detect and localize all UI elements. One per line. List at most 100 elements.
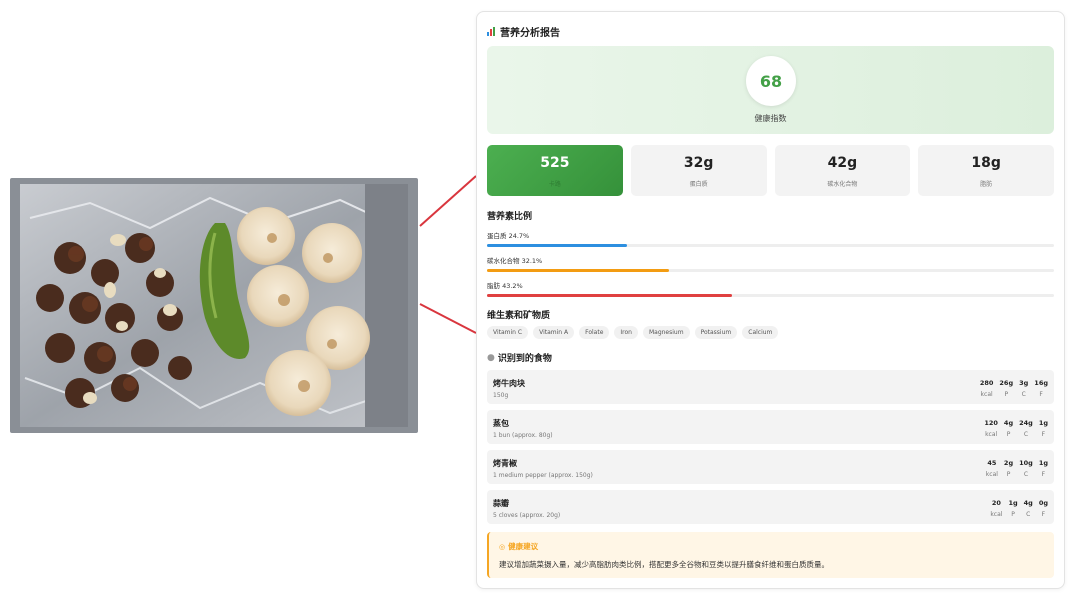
- ratio-track: [487, 269, 1054, 272]
- stat-value: 42g: [827, 155, 858, 171]
- unit-protein: P: [1011, 511, 1015, 518]
- ratio-fat: 脂肪 43.2%: [487, 280, 1054, 297]
- ratio-track: [487, 244, 1054, 247]
- ratio-fill: [487, 244, 628, 247]
- food-macros: 45 kcal 2g P 10g C 1g F: [986, 459, 1048, 478]
- food-macros: 20 kcal 1g P 4g C 0g F: [990, 499, 1048, 518]
- foods-section-header: ● 识别到的食物: [487, 351, 552, 365]
- vitamin-chip: Iron: [614, 326, 638, 339]
- unit-protein: P: [1006, 471, 1011, 478]
- food-fat: 0g: [1038, 499, 1048, 507]
- health-score-card: 68 健康指数: [487, 46, 1054, 134]
- unit-fat: F: [1039, 391, 1043, 398]
- food-fat: 16g: [1034, 379, 1048, 387]
- page-title: 营养分析报告: [500, 28, 560, 39]
- stat-calories[interactable]: 525 卡路: [487, 145, 623, 196]
- food-protein: 2g: [1003, 459, 1014, 467]
- unit-kcal: kcal: [980, 391, 993, 398]
- stat-value: 32g: [683, 155, 714, 171]
- food-carbs: 4g: [1023, 499, 1033, 507]
- advice-header: ◎ 健康建议: [499, 541, 538, 552]
- unit-carbs: C: [1023, 431, 1029, 438]
- health-score-circle: 68: [746, 56, 796, 106]
- vitamin-chip: Vitamin A: [533, 326, 575, 339]
- ratio-label: 蛋白质 24.7%: [487, 232, 530, 240]
- ratio-protein: 蛋白质 24.7%: [487, 230, 1054, 247]
- macro-stats: 525 卡路 32g 蛋白质 42g 碳水化合物 18g 脂肪: [487, 145, 1054, 196]
- bar-chart-icon: [487, 27, 496, 36]
- ratio-label: 碳水化合物 32.1%: [487, 257, 543, 265]
- report-header: 营养分析报告: [487, 24, 560, 39]
- food-kcal: 20: [991, 499, 1001, 507]
- ratio-fill: [487, 294, 732, 297]
- nutrition-report-panel: 营养分析报告 68 健康指数 525 卡路 32g 蛋白质 42g 碳水化合物 …: [476, 11, 1065, 589]
- food-item[interactable]: 烤牛肉块 150g 280 kcal 26g P 3g C 16g F: [487, 370, 1054, 404]
- stat-label: 卡路: [548, 181, 561, 188]
- food-name: 蒜瓣: [493, 499, 509, 508]
- unit-carbs: C: [1026, 511, 1031, 518]
- ratio-track: [487, 294, 1054, 297]
- food-item[interactable]: 烤青椒 1 medium pepper (approx. 150g) 45 kca…: [487, 450, 1054, 484]
- lightbulb-icon: ◎: [499, 542, 506, 551]
- vitamins-section-title: 维生素和矿物质: [487, 311, 551, 321]
- vitamin-chip: Vitamin C: [487, 326, 529, 339]
- stat-label: 碳水化合物: [827, 181, 858, 188]
- food-fat: 1g: [1038, 419, 1048, 427]
- unit-carbs: C: [1023, 471, 1029, 478]
- unit-protein: P: [1004, 391, 1009, 398]
- unit-fat: F: [1041, 511, 1046, 518]
- advice-title: 健康建议: [508, 542, 539, 551]
- unit-kcal: kcal: [985, 471, 998, 478]
- unit-fat: F: [1041, 471, 1046, 478]
- health-score-label: 健康指数: [754, 114, 787, 123]
- food-portion: 150g: [493, 392, 509, 399]
- unit-protein: P: [1006, 431, 1011, 438]
- vitamin-chip: Potassium: [694, 326, 738, 339]
- unit-carbs: C: [1021, 391, 1026, 398]
- food-kcal: 120: [984, 419, 998, 427]
- vitamin-chips: Vitamin C Vitamin A Folate Iron Magnesiu…: [487, 326, 779, 339]
- plate-icon: ●: [487, 352, 495, 363]
- vitamin-chip: Magnesium: [642, 326, 690, 339]
- ratio-label: 脂肪 43.2%: [487, 282, 523, 290]
- food-macros: 280 kcal 26g P 3g C 16g F: [980, 379, 1048, 398]
- food-portion: 1 bun (approx. 80g): [493, 432, 553, 439]
- food-kcal: 280: [979, 379, 994, 387]
- stat-label: 蛋白质: [689, 181, 708, 188]
- ratio-fill: [487, 269, 669, 272]
- food-protein: 1g: [1008, 499, 1018, 507]
- food-carbs: 24g: [1019, 419, 1033, 427]
- food-protein: 26g: [999, 379, 1014, 387]
- food-name: 烤青椒: [493, 459, 517, 468]
- stat-value: 525: [540, 155, 570, 171]
- stat-label: 脂肪: [980, 181, 993, 188]
- stat-protein[interactable]: 32g 蛋白质: [630, 145, 767, 196]
- food-portion: 1 medium pepper (approx. 150g): [493, 472, 593, 479]
- food-carbs: 10g: [1019, 459, 1033, 467]
- food-item[interactable]: 蒜瓣 5 cloves (approx. 20g) 20 kcal 1g P 4g C…: [487, 490, 1054, 524]
- food-fat: 1g: [1038, 459, 1048, 467]
- food-kcal: 45: [987, 459, 997, 467]
- vitamin-chip: Calcium: [742, 326, 779, 339]
- health-advice-card: ◎ 健康建议 建议增加蔬菜摄入量，减少高脂肪肉类比例，搭配更多全谷物和豆类以提升…: [487, 532, 1054, 578]
- vitamin-chip: Folate: [579, 326, 610, 339]
- food-macros: 120 kcal 4g P 24g C 1g F: [984, 419, 1048, 438]
- advice-text: 建议增加蔬菜摄入量，减少高脂肪肉类比例，搭配更多全谷物和豆类以提升膳食纤维和蛋白…: [499, 560, 829, 569]
- unit-fat: F: [1041, 431, 1046, 438]
- food-portion: 5 cloves (approx. 20g): [493, 512, 561, 519]
- food-carbs: 3g: [1019, 379, 1029, 387]
- unit-kcal: kcal: [985, 431, 998, 438]
- food-protein: 4g: [1003, 419, 1014, 427]
- food-name: 蒸包: [493, 419, 509, 428]
- health-score-value: 68: [759, 71, 783, 91]
- unit-kcal: kcal: [990, 511, 1003, 518]
- foods-section-title: 识别到的食物: [497, 354, 552, 364]
- ratio-carbs: 碳水化合物 32.1%: [487, 255, 1054, 272]
- food-photo: [10, 178, 418, 433]
- stat-carbs[interactable]: 42g 碳水化合物: [774, 145, 911, 196]
- food-item[interactable]: 蒸包 1 bun (approx. 80g) 120 kcal 4g P 24g C …: [487, 410, 1054, 444]
- food-name: 烤牛肉块: [493, 379, 525, 388]
- ratio-section-title: 营养素比例: [487, 212, 533, 222]
- stat-fat[interactable]: 18g 脂肪: [918, 145, 1054, 196]
- stat-value: 18g: [971, 155, 1001, 171]
